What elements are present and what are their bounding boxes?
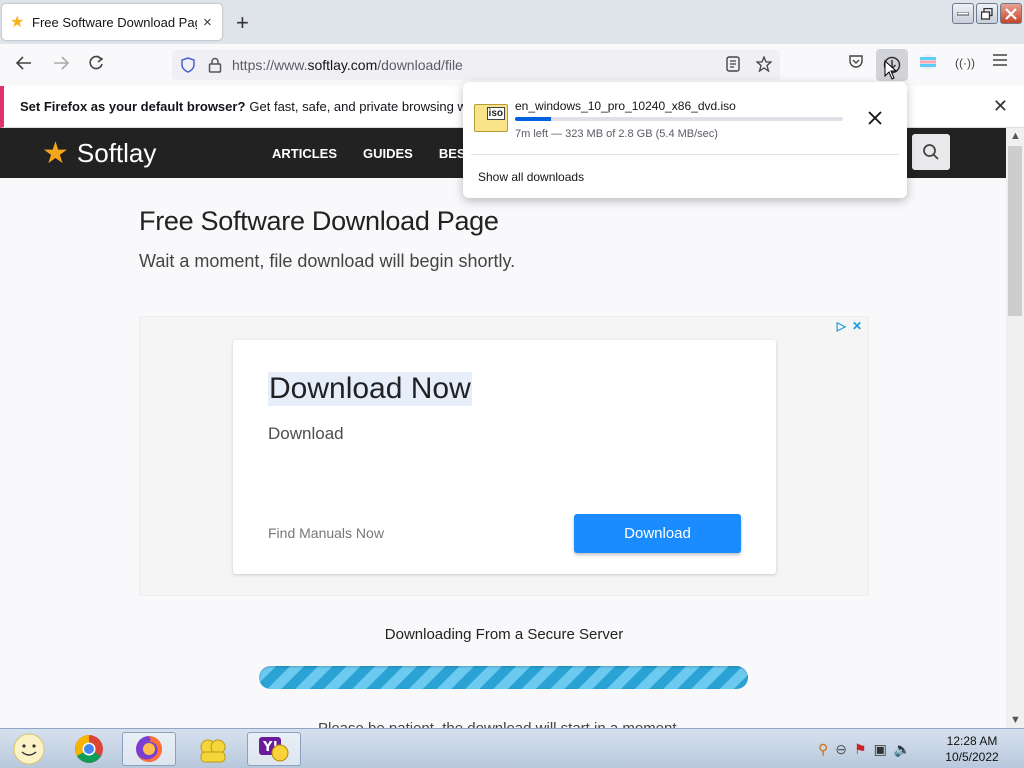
network-status-icon[interactable]: ⊖ <box>835 741 847 758</box>
site-search-button[interactable] <box>912 134 950 170</box>
download-filename[interactable]: en_windows_10_pro_10240_x86_dvd.iso <box>515 99 736 113</box>
tab-strip: ★ Free Software Download Page - × + <box>0 0 1024 44</box>
navigation-toolbar: https://www.softlay.com/download/file ((… <box>0 44 1024 86</box>
download-progress-bar <box>259 666 748 689</box>
cancel-download-button[interactable] <box>868 108 882 131</box>
site-menu: ARTICLES GUIDES BEST AP <box>272 146 495 161</box>
download-status: 7m left — 323 MB of 2.8 GB (5.4 MB/sec) <box>515 128 718 140</box>
url-bar-actions <box>726 56 772 72</box>
pocket-button[interactable] <box>848 53 864 73</box>
download-item-progress-fill <box>515 117 552 121</box>
extension-button[interactable]: ((·)) <box>955 56 975 70</box>
flag-alert-icon[interactable]: ⚑ <box>854 741 867 758</box>
url-domain: softlay.com <box>307 57 378 73</box>
scroll-down-arrow-icon[interactable]: ▼ <box>1010 714 1021 726</box>
page-subtitle: Wait a moment, file download will begin … <box>139 251 516 271</box>
notification-title: Set Firefox as your default browser? <box>20 99 246 114</box>
search-tray-icon[interactable]: ⚲ <box>818 741 828 758</box>
url-text[interactable]: https://www.softlay.com/download/file <box>232 57 463 73</box>
ad-domain[interactable]: Find Manuals Now <box>268 525 384 541</box>
minimize-button[interactable] <box>952 3 974 24</box>
logo-text: Softlay <box>76 138 157 168</box>
account-avatar-icon <box>920 54 936 70</box>
pocket-icon <box>849 55 863 68</box>
advertisement: ▷ ✕ Download Now Download Find Manuals N… <box>139 316 869 596</box>
buddies-icon <box>200 739 226 763</box>
search-icon <box>923 144 939 160</box>
file-badge: iso <box>486 107 505 120</box>
site-logo[interactable]: ★ Softlay <box>42 138 156 169</box>
url-bar[interactable]: https://www.softlay.com/download/file <box>172 50 780 80</box>
menu-item-guides[interactable]: GUIDES <box>363 146 413 161</box>
menu-item-articles[interactable]: ARTICLES <box>272 146 337 161</box>
reader-view-icon[interactable] <box>726 56 740 72</box>
taskbar-chrome[interactable] <box>62 732 116 766</box>
back-button[interactable] <box>15 54 33 77</box>
arrow-right-icon <box>54 56 70 70</box>
reload-icon <box>89 55 104 70</box>
show-all-downloads-link[interactable]: Show all downloads <box>478 170 584 184</box>
new-tab-button[interactable]: + <box>236 10 249 36</box>
account-button[interactable] <box>919 53 937 75</box>
mouse-cursor-icon <box>884 60 898 80</box>
restore-icon <box>981 7 993 20</box>
download-item-progress <box>515 117 843 121</box>
shield-icon[interactable] <box>180 57 196 73</box>
start-smiley-icon <box>13 733 45 765</box>
url-scheme: https://www. <box>232 57 308 73</box>
tab-active[interactable]: ★ Free Software Download Page - × <box>2 4 222 40</box>
ad-card[interactable]: Download Now Download Find Manuals Now D… <box>233 340 776 574</box>
ad-description: Download <box>268 424 344 443</box>
scrollbar-thumb[interactable] <box>1008 146 1022 316</box>
ad-download-button[interactable]: Download <box>574 514 741 553</box>
scroll-up-arrow-icon[interactable]: ▲ <box>1010 130 1021 142</box>
close-window-button[interactable] <box>1000 3 1022 24</box>
clock-time: 12:28 AM <box>946 734 998 748</box>
tab-title: Free Software Download Page - <box>32 14 197 30</box>
restore-button[interactable] <box>976 3 998 24</box>
bookmark-star-icon[interactable] <box>756 56 772 72</box>
window-controls <box>952 3 1022 24</box>
start-button[interactable] <box>2 732 56 766</box>
reload-button[interactable] <box>87 54 105 77</box>
chrome-icon <box>75 735 103 763</box>
network-icon[interactable]: ▣ <box>874 741 887 758</box>
ad-close-icon[interactable]: ✕ <box>852 319 862 333</box>
clock-date: 10/5/2022 <box>945 750 999 764</box>
page-scrollbar[interactable]: ▲ ▼ <box>1006 128 1024 728</box>
star-logo-icon: ★ <box>42 136 69 170</box>
tab-close-icon[interactable]: × <box>203 14 212 31</box>
minimize-icon <box>957 11 969 15</box>
volume-icon[interactable]: 🔈 <box>894 741 911 758</box>
taskbar-yahoo[interactable]: Y! <box>247 732 301 766</box>
download-heading: Downloading From a Secure Server <box>384 626 624 643</box>
yahoo-messenger-icon: Y! <box>259 737 289 762</box>
ad-headline[interactable]: Download Now <box>268 372 472 406</box>
firefox-icon <box>136 736 162 762</box>
close-icon <box>868 111 882 125</box>
taskbar-messenger[interactable] <box>186 732 240 766</box>
divider <box>471 154 899 155</box>
lock-icon[interactable] <box>208 57 222 73</box>
menu-button[interactable] <box>992 53 1008 71</box>
hamburger-menu-icon <box>993 54 1007 66</box>
downloads-panel: iso en_windows_10_pro_10240_x86_dvd.iso … <box>463 82 907 198</box>
system-tray: ⚲ ⊖ ⚑ ▣ 🔈 <box>818 741 911 758</box>
notification-close-icon[interactable]: ✕ <box>993 96 1008 117</box>
page-title: Free Software Download Page <box>139 206 499 236</box>
close-icon <box>1005 7 1017 20</box>
url-path: /download/file <box>377 57 463 73</box>
arrow-left-icon <box>15 56 31 70</box>
ad-choices[interactable]: ▷ ✕ <box>837 319 862 333</box>
taskbar-clock[interactable]: 12:28 AM 10/5/2022 <box>940 733 1004 765</box>
star-favicon-icon: ★ <box>10 14 25 31</box>
taskbar-firefox[interactable] <box>122 732 176 766</box>
iso-file-icon: iso <box>474 104 508 132</box>
forward-button[interactable] <box>52 54 70 77</box>
taskbar: Y! ⚲ ⊖ ⚑ ▣ 🔈 12:28 AM 10/5/2022 <box>0 728 1024 768</box>
ad-choices-icon[interactable]: ▷ <box>837 319 846 333</box>
extension-icon: ((·)) <box>955 56 975 70</box>
